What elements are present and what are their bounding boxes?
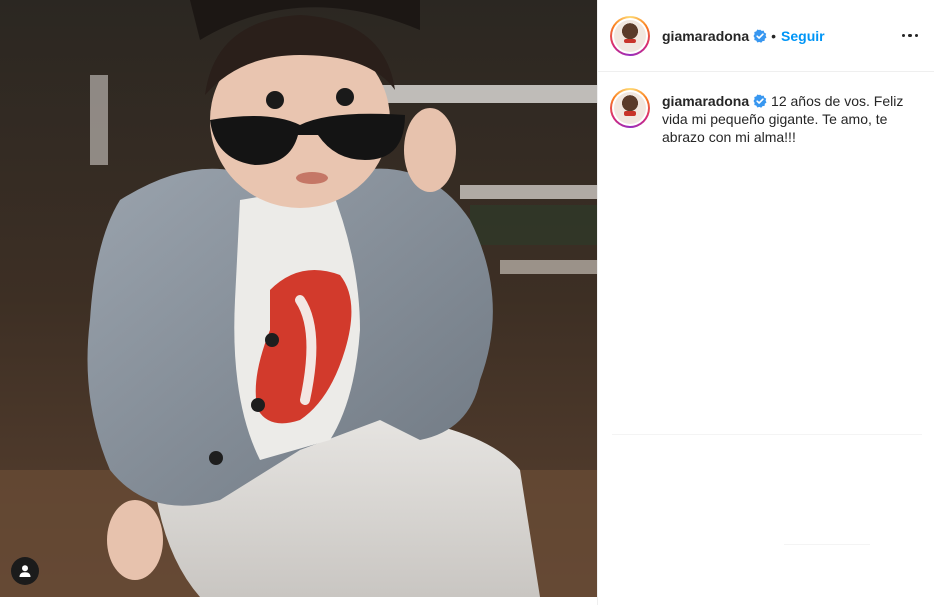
user-tag-icon — [19, 565, 31, 577]
caption-username[interactable]: giamaradona — [662, 93, 749, 109]
caption-line-1: 12 años de vos. Feliz — [771, 93, 904, 109]
caption-text: giamaradona 12 años de vos. Feliz vida m… — [662, 88, 903, 146]
post-image — [0, 0, 597, 597]
follow-button[interactable]: Seguir — [781, 28, 825, 44]
verified-badge-icon — [753, 29, 767, 43]
caption-line-3: abrazo con mi alma!!! — [662, 129, 796, 145]
post-side-panel: giamaradona • Seguir giamaradona 12 años… — [597, 0, 934, 605]
separator-dot: • — [771, 27, 777, 44]
avatar[interactable] — [610, 15, 650, 56]
verified-badge-icon — [753, 94, 767, 108]
caption-avatar[interactable] — [610, 88, 650, 128]
caption-line-2: vida mi pequeño gigante. Te amo, te — [662, 111, 888, 127]
instagram-post: giamaradona • Seguir giamaradona 12 años… — [0, 0, 934, 605]
post-photo[interactable] — [0, 0, 597, 597]
more-dots-icon — [901, 33, 905, 38]
user-tag-button[interactable] — [11, 557, 39, 585]
divider — [612, 434, 922, 435]
post-caption: giamaradona 12 años de vos. Feliz vida m… — [598, 72, 934, 146]
header-username[interactable]: giamaradona — [662, 28, 749, 44]
more-options-button[interactable] — [901, 26, 918, 46]
post-header: giamaradona • Seguir — [598, 0, 934, 72]
divider — [784, 544, 870, 545]
